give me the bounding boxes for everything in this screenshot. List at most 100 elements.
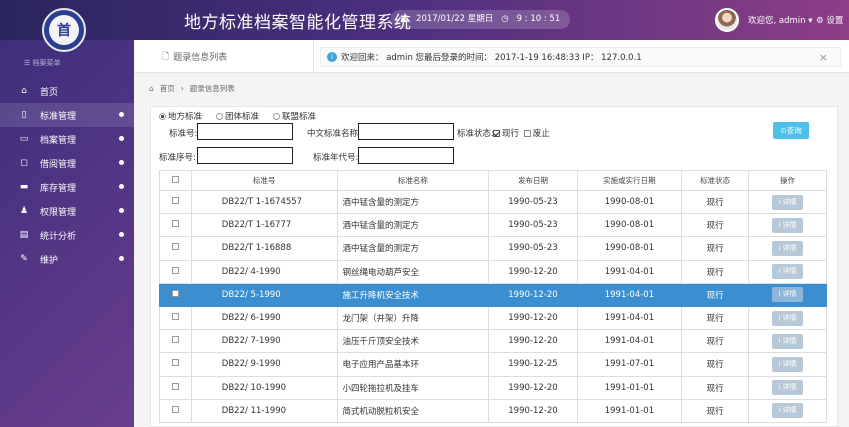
wrench-icon: ✎: [20, 254, 28, 264]
cn-name-label: 中文标准名称:: [307, 129, 361, 139]
detail-button[interactable]: i 详情: [771, 403, 803, 419]
row-checkbox[interactable]: [171, 405, 179, 413]
detail-button[interactable]: i 详情: [771, 333, 803, 349]
welcome-text: 欢迎回来： admin 您最后登录的时间： 2017-1-19 16:48:33…: [341, 53, 642, 63]
status-current-label: 现行: [502, 129, 520, 139]
sidebar-item[interactable]: ▤ 统计分析: [0, 223, 134, 247]
dot-icon: [119, 136, 124, 141]
row-checkbox[interactable]: [171, 243, 179, 251]
effective-date-cell: 1991-01-01: [576, 375, 683, 400]
row-checkbox[interactable]: [171, 313, 179, 321]
std-no-input[interactable]: [197, 123, 293, 140]
avatar[interactable]: [715, 8, 739, 32]
home-icon: ⌂: [149, 84, 154, 93]
cn-name-input[interactable]: [358, 123, 454, 140]
std-no-label: 标准号:: [169, 129, 198, 139]
year-input[interactable]: [358, 147, 454, 164]
sidebar-item[interactable]: ▯ 标准管理: [0, 103, 134, 127]
publish-date-cell: 1990-05-23: [488, 236, 578, 261]
table-row[interactable]: DB22/ 10-1990 小四轮拖拉机及挂车 1990-12-20 1991-01-…: [159, 375, 828, 400]
std-name-cell: 钢丝绳电动葫芦安全: [336, 259, 490, 284]
standard-type-radio[interactable]: 地方标准: [159, 110, 202, 122]
col-status: 标准状态: [681, 170, 749, 191]
table-row[interactable]: DB22/ 6-1990 龙门架（井架）升降 1990-12-20 1991-04-0…: [159, 305, 828, 331]
publish-date-cell: 1990-05-23: [488, 189, 578, 215]
users-icon: ♟: [19, 206, 29, 216]
table-row[interactable]: DB22/T 1-16777 酒中锰含量的测定方 1990-05-23 1990-08…: [159, 213, 828, 238]
status-cell: 现行: [681, 213, 749, 238]
table-row[interactable]: DB22/ 4-1990 钢丝绳电动葫芦安全 1990-12-20 1991-04-0…: [159, 259, 828, 284]
row-checkbox[interactable]: [171, 197, 179, 205]
status-void-checkbox[interactable]: [523, 130, 531, 137]
detail-button[interactable]: i 详情: [771, 356, 803, 372]
std-name-cell: 小四轮拖拉机及挂车: [336, 375, 490, 400]
row-checkbox[interactable]: [171, 266, 179, 274]
table-row[interactable]: DB22/ 5-1990 施工升降机安全技术 1990-12-20 1991-04-0…: [159, 282, 828, 307]
row-checkbox[interactable]: [171, 220, 179, 228]
actions-cell: i 详情: [747, 282, 828, 307]
col-effective-date: 实施或实行日期: [576, 170, 683, 191]
dot-icon: [119, 112, 124, 117]
sidebar-item[interactable]: ✎ 维护: [0, 247, 134, 271]
status-cell: 现行: [681, 282, 749, 307]
detail-button[interactable]: i 详情: [771, 194, 803, 210]
detail-button[interactable]: i 详情: [771, 287, 803, 303]
breadcrumb-home[interactable]: 首页: [160, 83, 175, 94]
chart-icon: ▤: [19, 230, 29, 240]
row-checkbox[interactable]: [171, 359, 179, 367]
detail-button[interactable]: i 详情: [771, 240, 803, 256]
tab-record-list[interactable]: 🗋 题录信息列表: [134, 40, 314, 73]
settings-button[interactable]: ⚙ 设置: [816, 14, 843, 26]
list-panel: 地方标准 团体标准 联盟标准 标准号: 中文标准名称: 标准状态: 现行 废止 ⊙查…: [150, 106, 838, 427]
status-cell: 现行: [681, 305, 749, 331]
actions-cell: i 详情: [747, 259, 828, 284]
actions-cell: i 详情: [747, 189, 828, 215]
seq-input[interactable]: [197, 147, 293, 164]
std-name-cell: 酒中锰含量的测定方: [336, 236, 490, 261]
standards-table: 标准号 标准名称 发布日期 实施或实行日期 标准状态 操作 DB22/T 1-1…: [159, 170, 828, 423]
sidebar-item[interactable]: ◻ 借阅管理: [0, 151, 134, 175]
row-checkbox[interactable]: [171, 382, 179, 390]
table-row[interactable]: DB22/T 1-16888 酒中锰含量的测定方 1990-05-23 1990-08…: [159, 236, 828, 261]
standard-type-radio[interactable]: 联盟标准: [273, 110, 316, 122]
std-no-cell: DB22/T 1-16777: [190, 213, 338, 238]
standard-type-radio[interactable]: 团体标准: [216, 110, 259, 122]
std-name-cell: 酒中锰含量的测定方: [336, 213, 490, 238]
top-header: 地方标准档案智能化管理系统 ▦ 2017/01/22 星期日 ◷ 9 : 10 …: [0, 0, 849, 40]
sidebar-item[interactable]: ⌂ 首页: [0, 79, 134, 103]
user-menu[interactable]: 欢迎您, admin ▾: [748, 14, 813, 26]
radio-label: 团体标准: [225, 112, 260, 122]
actions-cell: i 详情: [747, 352, 828, 377]
table-row[interactable]: DB22/ 9-1990 电子应用产品基本环 1990-12-25 1991-07-0…: [159, 352, 828, 377]
status-label: 标准状态:: [457, 129, 494, 139]
select-all-checkbox[interactable]: [171, 176, 179, 183]
table-row[interactable]: DB22/ 11-1990 简式机动脱粒机安全 1990-12-20 1991-01-…: [159, 398, 828, 423]
query-button[interactable]: ⊙查询: [773, 122, 809, 139]
detail-button[interactable]: i 详情: [771, 380, 803, 396]
table-row[interactable]: DB22/ 7-1990 油压千斤顶安全技术 1990-12-20 1991-04-0…: [159, 329, 828, 354]
detail-button[interactable]: i 详情: [771, 310, 803, 326]
tab-label: 题录信息列表: [173, 53, 228, 63]
seq-label: 标准序号:: [159, 153, 196, 163]
sidebar-item-label: 维护: [40, 255, 59, 266]
row-checkbox[interactable]: [171, 289, 179, 297]
row-checkbox[interactable]: [171, 336, 179, 344]
sidebar-item[interactable]: ♟ 权限管理: [0, 199, 134, 223]
sidebar-item[interactable]: ▭ 档案管理: [0, 127, 134, 151]
std-no-cell: DB22/ 11-1990: [190, 398, 338, 423]
dot-icon: [119, 256, 124, 261]
detail-button[interactable]: i 详情: [771, 217, 803, 233]
publish-date-cell: 1990-12-25: [488, 352, 578, 377]
logo: 首: [42, 8, 86, 52]
col-actions: 操作: [747, 170, 828, 191]
actions-cell: i 详情: [747, 305, 828, 331]
close-icon[interactable]: ×: [819, 51, 828, 64]
status-current-checkbox[interactable]: [493, 130, 500, 137]
row-select-cell: [159, 375, 192, 400]
detail-button[interactable]: i 详情: [771, 264, 803, 280]
sidebar-item[interactable]: ▬ 库存管理: [0, 175, 134, 199]
app-title: 地方标准档案智能化管理系统: [184, 13, 412, 33]
radio-icon: [159, 113, 166, 120]
table-row[interactable]: DB22/T 1-1674557 酒中锰含量的测定方 1990-05-23 1990-…: [159, 189, 828, 215]
col-publish-date: 发布日期: [488, 170, 578, 191]
